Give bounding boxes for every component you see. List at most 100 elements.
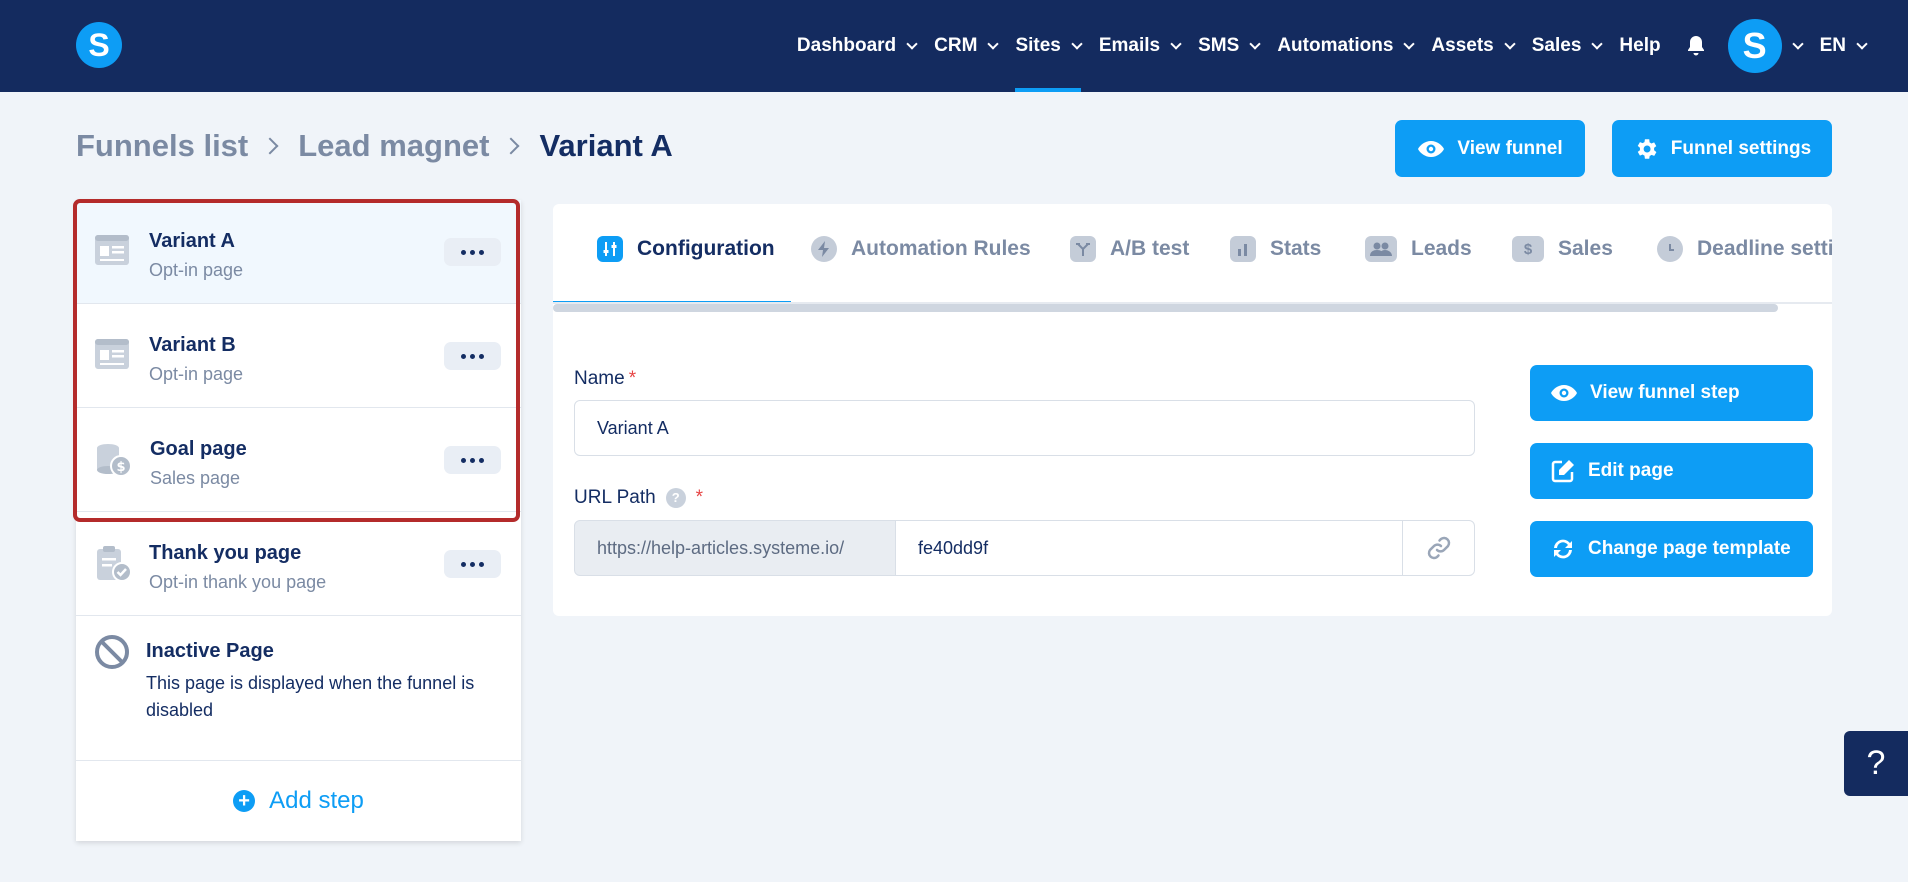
- step-goal-page[interactable]: $ Goal page Sales page: [76, 408, 521, 512]
- add-step-button[interactable]: + Add step: [76, 761, 521, 841]
- change-page-template-label: Change page template: [1588, 538, 1791, 559]
- step-title: Goal page: [150, 438, 247, 460]
- url-path-label-text: URL Path: [574, 487, 656, 508]
- required-mark: *: [628, 368, 637, 389]
- chevron-down-icon: [1591, 37, 1604, 50]
- step-menu-button[interactable]: [444, 446, 501, 474]
- nav-help[interactable]: Help: [1610, 0, 1669, 92]
- refresh-icon: [1554, 539, 1572, 559]
- edit-icon: [1551, 460, 1574, 483]
- tab-stats[interactable]: Stats: [1230, 236, 1321, 262]
- change-page-template-button[interactable]: Change page template: [1530, 521, 1813, 577]
- nav-label: Sales: [1531, 35, 1582, 56]
- url-path-label: URL Path? *: [574, 487, 703, 509]
- name-input[interactable]: Variant A: [574, 400, 1475, 456]
- tab-leads[interactable]: Leads: [1365, 236, 1472, 262]
- chevron-down-icon: [1504, 37, 1516, 50]
- bolt-icon: [811, 236, 837, 262]
- breadcrumb-funnels-list[interactable]: Funnels list: [76, 128, 248, 164]
- nav-label: Sites: [1015, 35, 1061, 56]
- name-input-value: Variant A: [597, 417, 669, 438]
- tab-sales[interactable]: $ Sales: [1512, 236, 1613, 262]
- view-funnel-button[interactable]: View funnel: [1395, 120, 1585, 177]
- dot: [470, 249, 475, 255]
- edit-page-button[interactable]: Edit page: [1530, 443, 1813, 499]
- tab-configuration[interactable]: Configuration: [597, 236, 775, 262]
- step-config-card: Configuration Automation Rules A/B test …: [553, 204, 1832, 616]
- nav-assets[interactable]: Assets: [1422, 0, 1522, 92]
- dot: [470, 353, 475, 359]
- step-menu-button[interactable]: [444, 550, 501, 578]
- bell-icon[interactable]: [1684, 34, 1708, 58]
- view-funnel-step-button[interactable]: View funnel step: [1530, 365, 1813, 421]
- tabs-scrollbar[interactable]: [553, 304, 1778, 312]
- step-subtitle: Opt-in thank you page: [149, 572, 327, 592]
- chevron-right-icon: [261, 137, 279, 155]
- inactive-page-step[interactable]: Inactive Page This page is displayed whe…: [76, 616, 521, 761]
- dot: [479, 561, 484, 567]
- eye-icon: [1418, 140, 1445, 157]
- nav-label: Assets: [1431, 35, 1494, 56]
- view-funnel-step-label: View funnel step: [1590, 382, 1740, 403]
- dot: [461, 353, 466, 359]
- tab-automation-rules[interactable]: Automation Rules: [811, 236, 1031, 262]
- tab-ab-test[interactable]: A/B test: [1070, 236, 1189, 262]
- sliders-icon: [597, 236, 623, 262]
- nav-label: Dashboard: [796, 35, 897, 56]
- systeme-logo[interactable]: S: [76, 22, 122, 68]
- dot: [479, 353, 484, 359]
- split-icon: [1070, 236, 1096, 262]
- step-subtitle: Opt-in page: [149, 260, 244, 280]
- edit-page-label: Edit page: [1588, 460, 1674, 481]
- step-menu-button[interactable]: [444, 342, 501, 370]
- chevron-down-icon: [987, 37, 1000, 50]
- breadcrumb-funnel[interactable]: Lead magnet: [298, 128, 489, 164]
- step-thank-you-page[interactable]: Thank you page Opt-in thank you page: [76, 512, 521, 616]
- nav-label: Help: [1619, 35, 1661, 56]
- nav-sites[interactable]: Sites: [1006, 0, 1089, 92]
- required-mark: *: [695, 487, 704, 508]
- user-avatar[interactable]: S: [1727, 19, 1782, 73]
- url-prefix: https://help-articles.systeme.io/: [574, 520, 896, 576]
- page-layout-icon: [95, 339, 129, 369]
- nav-dashboard[interactable]: Dashboard: [788, 0, 925, 92]
- tab-label: Automation Rules: [851, 237, 1031, 260]
- step-menu-button[interactable]: [444, 238, 501, 266]
- breadcrumb-current: Variant A: [539, 128, 673, 163]
- help-chat-button[interactable]: ?: [1844, 731, 1908, 796]
- users-icon: [1365, 236, 1397, 262]
- step-variant-b[interactable]: Variant B Opt-in page: [76, 304, 521, 408]
- dot: [479, 457, 484, 463]
- tab-label: Deadline setti: [1697, 237, 1832, 260]
- copy-link-button[interactable]: [1402, 520, 1475, 576]
- nav-crm[interactable]: CRM: [925, 0, 1006, 92]
- gear-icon: [1637, 138, 1657, 159]
- name-label-text: Name: [574, 368, 625, 389]
- chevron-down-icon: [1170, 37, 1182, 50]
- inactive-page-title: Inactive Page: [146, 640, 274, 662]
- funnel-settings-button[interactable]: Funnel settings: [1612, 120, 1832, 177]
- chevron-down-icon: [906, 37, 918, 50]
- tab-label: Sales: [1558, 237, 1613, 260]
- question-icon[interactable]: ?: [665, 487, 686, 508]
- clipboard-check-icon: [97, 546, 132, 582]
- tab-deadline-settings[interactable]: Deadline setti: [1657, 236, 1832, 262]
- url-path-input[interactable]: fe40dd9f: [895, 520, 1403, 576]
- step-variant-a[interactable]: Variant A Opt-in page: [76, 200, 521, 304]
- nav-sales[interactable]: Sales: [1523, 0, 1611, 92]
- link-icon: [1427, 536, 1450, 560]
- help-fab-label: ?: [1866, 744, 1886, 782]
- tab-label: Configuration: [637, 237, 775, 260]
- nav-sms[interactable]: SMS: [1189, 0, 1268, 92]
- top-navbar: S Dashboard CRM Sites Emails SMS Automat…: [0, 0, 1908, 92]
- dot: [470, 457, 475, 463]
- nav-emails[interactable]: Emails: [1090, 0, 1189, 92]
- nav-automations[interactable]: Automations: [1268, 0, 1422, 92]
- tab-label: Leads: [1411, 237, 1472, 260]
- step-subtitle: Sales page: [150, 468, 241, 488]
- language-selector[interactable]: EN: [1820, 35, 1868, 57]
- svg-text:$: $: [116, 460, 125, 475]
- chevron-down-icon[interactable]: [1791, 37, 1804, 50]
- page-layout-icon: [95, 235, 129, 265]
- funnel-settings-label: Funnel settings: [1670, 137, 1812, 159]
